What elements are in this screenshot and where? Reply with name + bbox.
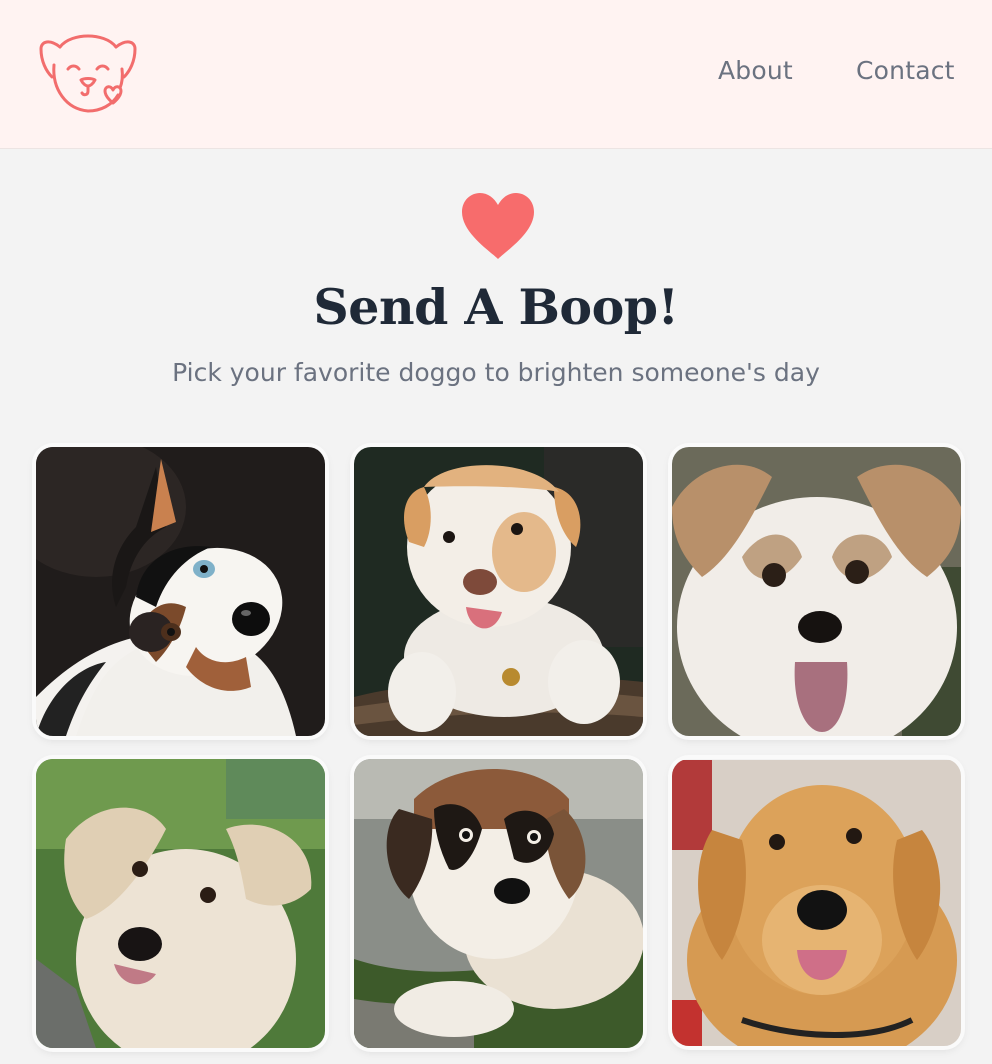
cream-puppy-photo [354,447,643,736]
site-header: About Contact [0,0,992,149]
page-title: Send A Boop! [313,278,679,336]
page-subtitle: Pick your favorite doggo to brighten som… [172,358,820,387]
golden-puppy-photo [36,759,325,1048]
australian-shepherd-photo [36,447,325,736]
heart-icon [460,191,536,261]
dog-card-saint-bernard[interactable] [354,759,643,1048]
golden-retriever-photo [672,760,961,1046]
dog-card-cream-puppy[interactable] [354,447,643,736]
dog-card-golden-puppy[interactable] [36,759,325,1048]
nav-about-link[interactable]: About [718,56,793,85]
dog-logo-icon[interactable] [38,33,138,115]
dog-card-fluffy-dog[interactable] [672,447,961,736]
nav-contact-link[interactable]: Contact [856,56,955,85]
fluffy-dog-photo [672,447,961,736]
saint-bernard-photo [354,759,643,1048]
dog-card-golden-retriever[interactable] [672,759,961,1046]
dog-card-australian-shepherd[interactable] [36,447,325,736]
